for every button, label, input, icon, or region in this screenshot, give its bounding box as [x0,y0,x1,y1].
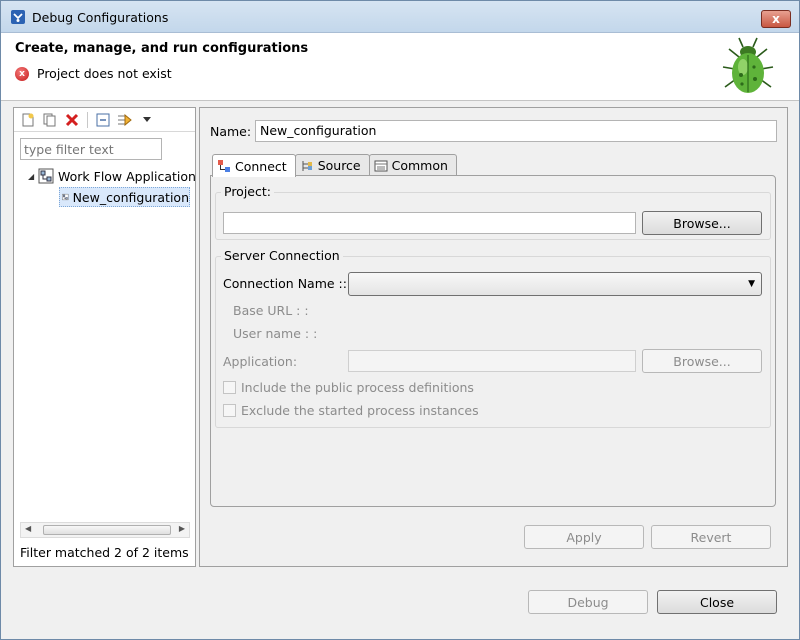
name-input[interactable]: New_configuration [255,120,777,142]
new-config-icon[interactable] [19,111,37,129]
window-title: Debug Configurations [32,10,169,25]
debug-configurations-dialog: Debug Configurations x Create, manage, a… [0,0,800,640]
connection-name-select[interactable]: ▼ [348,272,762,296]
debug-button[interactable]: Debug [528,590,648,614]
config-toolbar [14,108,195,132]
filter-input[interactable] [20,138,162,160]
tab-common[interactable]: Common [368,154,457,176]
dialog-header: Create, manage, and run configurations x… [1,33,799,101]
project-group-title: Project: [221,184,274,199]
workflow-config-icon [38,168,54,184]
header-title: Create, manage, and run configurations [15,41,309,56]
filter-status: Filter matched 2 of 2 items [20,545,189,560]
dropdown-arrow-icon: ▼ [748,279,755,289]
checkbox-label: Include the public process definitions [241,380,474,395]
project-input[interactable] [223,212,636,234]
user-name-label: User name : : [233,326,318,341]
tab-strip: Connect Source Common [212,154,457,177]
checkbox-label: Exclude the started process instances [241,403,479,418]
tree-item-new-configuration[interactable]: New_configuration [59,187,190,207]
application-input[interactable] [348,350,636,372]
project-browse-button[interactable]: Browse... [642,211,762,235]
collapse-all-icon[interactable] [94,111,112,129]
checkbox-box[interactable] [223,381,236,394]
toolbar-separator [87,111,88,128]
view-menu-icon[interactable] [138,111,156,129]
apply-button[interactable]: Apply [524,525,644,549]
scrollbar-thumb[interactable] [43,525,171,535]
tab-connect[interactable]: Connect [212,154,296,177]
application-label: Application: [223,354,298,369]
common-icon [374,160,388,171]
tree-item-label: New_configuration [72,189,189,205]
tab-label: Connect [235,158,287,174]
server-connection-title: Server Connection [221,248,343,263]
connect-tab-content: Project: Browse... Server Connection Con… [210,175,776,507]
revert-button[interactable]: Revert [651,525,771,549]
name-label: Name: [210,124,252,139]
error-message: Project does not exist [37,66,172,81]
tab-label: Source [317,158,361,173]
configuration-list-panel: ◢ Work Flow Application New_configuratio… [13,107,196,567]
scroll-left-icon[interactable]: ◀ [25,524,31,533]
tree-item-work-flow-application[interactable]: ◢ Work Flow Application [28,166,196,186]
close-button[interactable]: Close [657,590,777,614]
window-close-button[interactable]: x [761,10,791,28]
exclude-started-instances-checkbox[interactable]: Exclude the started process instances [223,403,479,418]
workflow-config-icon [62,193,69,201]
scroll-right-icon[interactable]: ▶ [179,524,185,533]
tab-label: Common [391,158,448,173]
connect-icon [218,160,230,172]
debug-dialog-icon [11,10,25,24]
bug-icon [722,37,774,93]
tree-item-label: Work Flow Application [58,168,196,184]
base-url-label: Base URL : : [233,303,309,318]
duplicate-icon[interactable] [41,111,59,129]
include-public-definitions-checkbox[interactable]: Include the public process definitions [223,380,474,395]
checkbox-box[interactable] [223,404,236,417]
filter-icon[interactable] [116,111,134,129]
error-icon: x [15,66,29,81]
header-message: x Project does not exist [15,66,172,81]
delete-icon[interactable] [63,111,81,129]
horizontal-scrollbar[interactable]: ◀ ▶ [20,522,190,538]
title-bar[interactable]: Debug Configurations x [1,1,799,33]
connection-name-label: Connection Name :: [223,276,347,291]
application-browse-button[interactable]: Browse... [642,349,762,373]
configuration-editor-panel: Name: New_configuration Connect Source C… [199,107,788,567]
tab-source[interactable]: Source [294,154,370,176]
collapse-triangle-icon[interactable]: ◢ [28,172,38,181]
source-icon [302,160,312,171]
